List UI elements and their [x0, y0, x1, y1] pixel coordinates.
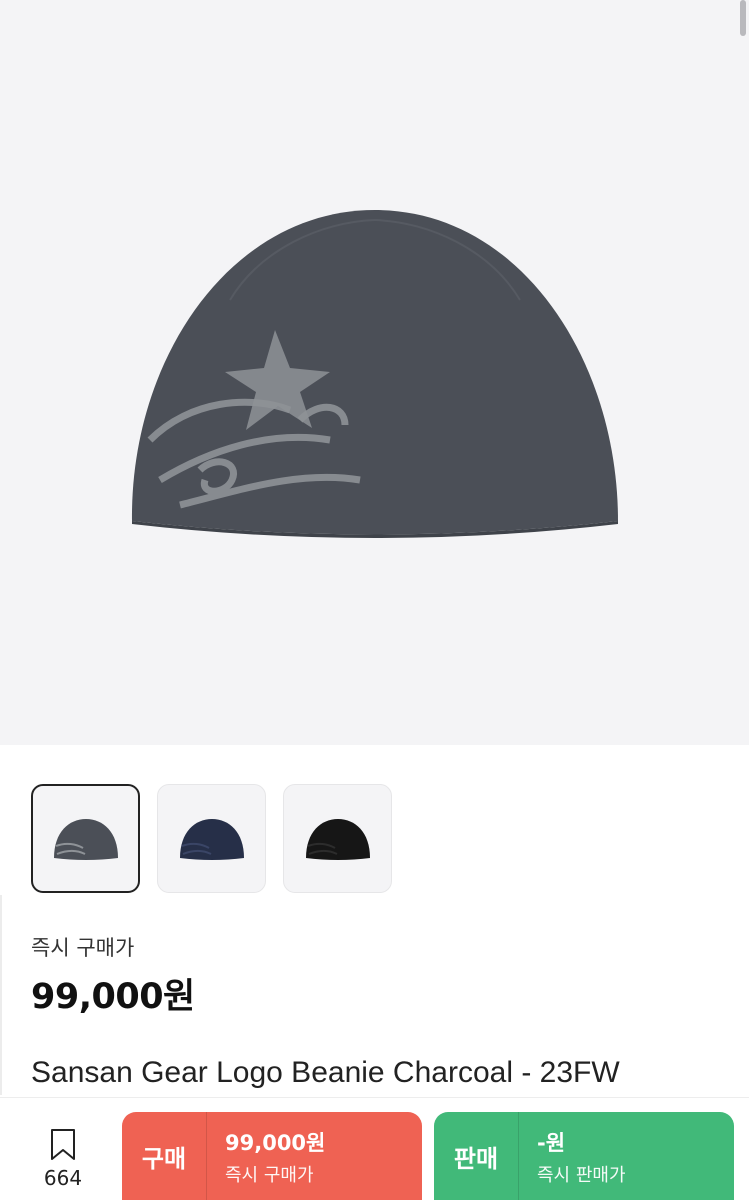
buy-info: 99,000원 즉시 구매가: [207, 1127, 325, 1187]
sell-label: 판매: [453, 1145, 499, 1173]
bookmark-button[interactable]: 664: [30, 1128, 96, 1190]
product-image-area[interactable]: [0, 0, 749, 745]
beanie-icon: [305, 819, 370, 860]
thumbnail-list: [31, 784, 392, 893]
sell-sub-label: 즉시 판매가: [537, 1164, 626, 1186]
bookmark-count: 664: [43, 1166, 83, 1190]
buy-amount: 99,000원: [225, 1130, 326, 1155]
beanie-icon: [53, 819, 118, 860]
thumbnail-black[interactable]: [283, 784, 392, 893]
buy-button[interactable]: 구매 99,000원 즉시 구매가: [122, 1112, 422, 1200]
product-name: Sansan Gear Logo Beanie Charcoal - 23FW: [31, 1056, 620, 1089]
price-value: 99,000원: [31, 977, 195, 1017]
buy-sub-label: 즉시 구매가: [225, 1164, 314, 1186]
thumbnail-charcoal[interactable]: [31, 784, 140, 893]
thumbnail-navy[interactable]: [157, 784, 266, 893]
sell-amount: -원: [537, 1130, 566, 1155]
beanie-icon: [179, 819, 244, 860]
sell-info: -원 즉시 판매가: [519, 1127, 626, 1187]
bookmark-icon: [51, 1129, 75, 1160]
beanie-icon: [131, 210, 619, 538]
sell-button[interactable]: 판매 -원 즉시 판매가: [434, 1112, 734, 1200]
price-label: 즉시 구매가: [31, 936, 135, 960]
buy-label: 구매: [141, 1145, 187, 1173]
divider: [0, 895, 2, 1095]
bottom-action-bar: 664 구매 99,000원 즉시 구매가 판매 -원 즉시 판매가: [0, 1097, 749, 1200]
